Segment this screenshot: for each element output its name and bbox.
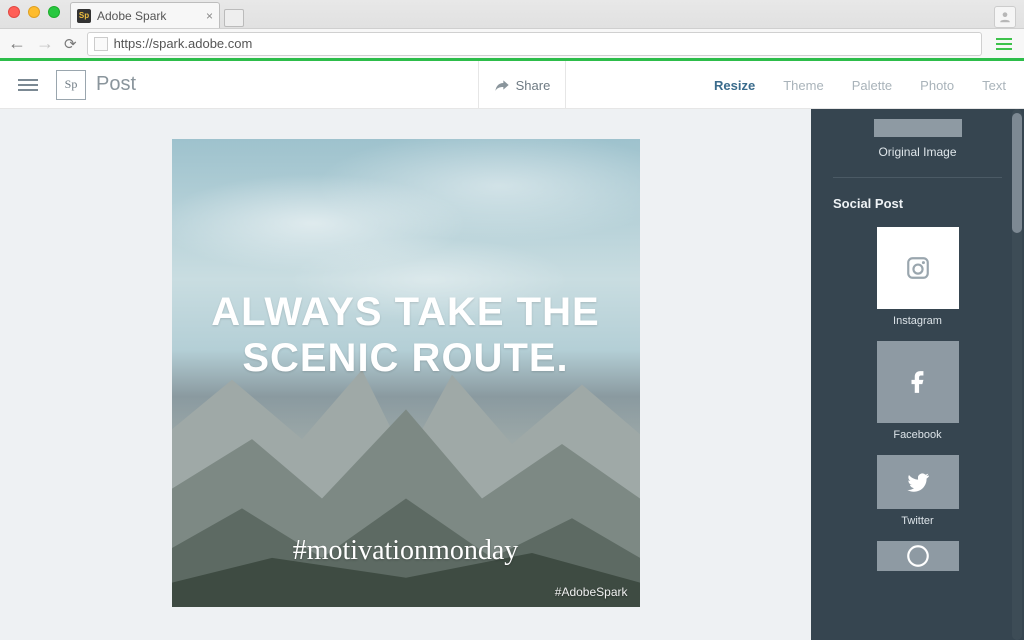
- tab-favicon: Sp: [77, 9, 91, 23]
- pinterest-tile: [877, 541, 959, 571]
- facebook-icon: [905, 369, 931, 395]
- tab-text[interactable]: Text: [982, 78, 1006, 93]
- tab-palette[interactable]: Palette: [852, 78, 892, 93]
- tab-title: Adobe Spark: [97, 9, 166, 23]
- sidebar-scroll-thumb[interactable]: [1012, 113, 1022, 233]
- instagram-icon: [905, 255, 931, 281]
- canvas-hashtag[interactable]: #motivationmonday: [172, 535, 640, 567]
- page-icon: [94, 37, 108, 51]
- address-bar[interactable]: https://spark.adobe.com: [87, 32, 982, 56]
- resize-option-label: Facebook: [877, 429, 959, 441]
- share-label: Share: [516, 78, 551, 93]
- editor-tabs: Resize Theme Palette Photo Text: [714, 61, 1006, 109]
- browser-tab[interactable]: Sp Adobe Spark ×: [70, 2, 220, 28]
- pinterest-icon: [905, 543, 931, 569]
- twitter-icon: [905, 469, 931, 495]
- app-logo[interactable]: Sp: [56, 70, 86, 100]
- resize-option-label: Instagram: [877, 315, 959, 327]
- sidebar-section-title: Social Post: [811, 196, 1024, 217]
- share-icon: [494, 78, 510, 92]
- window-min-dot[interactable]: [28, 6, 40, 18]
- window-max-dot[interactable]: [48, 6, 60, 18]
- resize-option-facebook[interactable]: Facebook: [877, 341, 959, 441]
- window-controls: [8, 6, 60, 18]
- instagram-tile: [877, 227, 959, 309]
- twitter-tile: [877, 455, 959, 509]
- resize-option-twitter[interactable]: Twitter: [877, 455, 959, 527]
- resize-option-instagram[interactable]: Instagram: [877, 227, 959, 327]
- resize-option-pinterest[interactable]: [877, 541, 959, 571]
- new-tab-button[interactable]: [224, 9, 244, 27]
- app-frame: Sp Post Share Resize Theme Palette Photo…: [0, 58, 1024, 640]
- browser-forward-button[interactable]: →: [36, 33, 54, 54]
- resize-sidebar: Original Image Social Post Instagram Fac…: [811, 109, 1024, 640]
- tab-theme[interactable]: Theme: [783, 78, 823, 93]
- canvas-watermark: #AdobeSpark: [555, 585, 628, 599]
- window-close-dot[interactable]: [8, 6, 20, 18]
- browser-back-button[interactable]: ←: [8, 33, 26, 54]
- browser-menu-button[interactable]: [992, 34, 1016, 54]
- sidebar-divider: [833, 177, 1002, 178]
- app-topbar: Sp Post Share Resize Theme Palette Photo…: [0, 61, 1024, 109]
- post-canvas[interactable]: ALWAYS TAKE THE SCENIC ROUTE. #motivatio…: [172, 139, 640, 607]
- canvas-headline[interactable]: ALWAYS TAKE THE SCENIC ROUTE.: [172, 289, 640, 381]
- app-menu-button[interactable]: [18, 76, 38, 94]
- browser-reload-button[interactable]: ⟳: [64, 35, 77, 53]
- original-image-thumb[interactable]: [874, 119, 962, 137]
- canvas-area: ALWAYS TAKE THE SCENIC ROUTE. #motivatio…: [0, 109, 811, 640]
- address-url: https://spark.adobe.com: [114, 36, 253, 51]
- app-title: Post: [96, 73, 136, 96]
- tab-close-icon[interactable]: ×: [206, 9, 213, 23]
- resize-option-label: Twitter: [877, 515, 959, 527]
- browser-profile-button[interactable]: [994, 6, 1016, 28]
- original-image-label: Original Image: [811, 145, 1024, 159]
- tab-photo[interactable]: Photo: [920, 78, 954, 93]
- share-button[interactable]: Share: [478, 61, 566, 109]
- browser-chrome: Sp Adobe Spark × ← → ⟳ https://spark.ado…: [0, 0, 1024, 58]
- tab-resize[interactable]: Resize: [714, 78, 755, 93]
- workspace: ALWAYS TAKE THE SCENIC ROUTE. #motivatio…: [0, 109, 1024, 640]
- canvas-mountains: [172, 350, 640, 607]
- resize-options: Instagram Facebook Twitter: [811, 217, 1024, 531]
- facebook-tile: [877, 341, 959, 423]
